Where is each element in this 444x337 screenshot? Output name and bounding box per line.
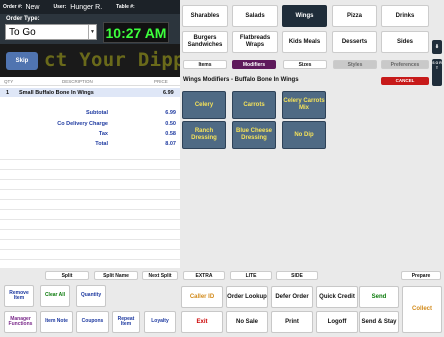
order-lookup-button[interactable]: Order Lookup [226,286,268,308]
table-label: Table #: [116,4,135,10]
pos-screen: Order #: New User: Hunger R. Table #: Or… [0,0,444,337]
manager-functions-button[interactable]: Manager Functions [4,311,37,333]
caller-id-button[interactable]: Caller ID [181,286,223,308]
quantity-button[interactable]: Quantity [76,285,106,307]
split-button[interactable]: Split [45,271,89,280]
print-button[interactable]: Print [271,311,313,333]
table-row[interactable]: 1 Small Buffalo Bone In Wings 6.99 [0,88,180,97]
coupons-button[interactable]: Coupons [76,311,109,333]
logoff-button[interactable]: Logoff [316,311,358,333]
tab-sizes[interactable]: Sizes [283,60,327,69]
category-burgers[interactable]: Burgers Sandwiches [182,31,228,53]
category-flatbreads[interactable]: Flatbreads Wraps [232,31,278,53]
total-label: Total [95,141,108,147]
next-split-button[interactable]: Next Split [142,271,178,280]
tax-label: Tax [98,131,108,137]
item-note-button[interactable]: Item Note [40,311,73,333]
order-header: Order #: New User: Hunger R. Table #: [0,0,180,14]
subtotal-value: 6.99 [165,110,176,116]
tab-items[interactable]: Items [183,60,227,69]
modifier-ranch-dressing[interactable]: Ranch Dressing [182,121,226,149]
cancel-button[interactable]: CANCEL [381,77,429,85]
user-label: User: [53,4,67,10]
prepare-button[interactable]: Prepare [401,271,441,280]
order-columns: QTY DESCRIPTION PRICE [0,77,180,86]
defer-order-button[interactable]: Defer Order [271,286,313,308]
order-type-select[interactable]: To Go ▼ [5,24,97,40]
send-button[interactable]: Send [359,286,399,308]
collect-button[interactable]: Collect [402,286,442,333]
clock: 10:27 AM [103,22,169,43]
modifier-celery[interactable]: Celery [182,91,226,119]
item-price: 6.99 [163,90,174,96]
category-sharables[interactable]: Sharables [182,5,228,27]
lite-button[interactable]: LITE [230,271,272,280]
user-value: Hunger R. [70,3,103,11]
delivery-value: 0.50 [165,121,176,127]
category-desserts[interactable]: Desserts [332,31,377,53]
price-header: PRICE [154,79,168,84]
delivery-label: Co Delivery Charge [57,121,108,127]
subtotal-label: Subtotal [86,110,108,116]
item-description: Small Buffalo Bone In Wings [19,90,94,96]
totals-block: Subtotal 6.99 Co Delivery Charge 0.50 Ta… [0,108,180,152]
skip-button[interactable]: Skip [6,52,38,70]
modifier-celery-carrots-mix[interactable]: Celery Carrots Mix [282,91,326,119]
category-sides[interactable]: Sides [381,31,429,53]
order-type-value: To Go [9,27,36,38]
category-wings[interactable]: Wings [282,5,327,27]
qty-header: QTY [4,79,14,84]
order-label: Order #: [3,4,23,10]
loyalty-button[interactable]: Loyalty [144,311,176,333]
marquee-text: ct Your Dipping Sauce [44,49,180,71]
description-header: DESCRIPTION [62,79,93,84]
send-stay-button[interactable]: Send & Stay [359,311,399,333]
extra-button[interactable]: EXTRA [183,271,225,280]
modifier-carrots[interactable]: Carrots [232,91,276,119]
tab-styles[interactable]: Styles [333,60,377,69]
clear-all-button[interactable]: Clear All [40,285,70,307]
tax-value: 0.58 [165,131,176,137]
repeat-item-button[interactable]: Repeat Item [112,311,140,333]
split-name-button[interactable]: Split Name [94,271,138,280]
no-sale-button[interactable]: No Sale [226,311,268,333]
total-value: 8.07 [165,141,176,147]
exit-button[interactable]: Exit [181,311,223,333]
category-pizza[interactable]: Pizza [332,5,377,27]
sort-button[interactable]: S O R T [432,59,442,86]
scroll-down-button[interactable]: ⬇ [432,40,442,54]
panel-title: Wings Modifiers - Buffalo Bone In Wings [183,77,299,83]
tab-preferences[interactable]: Preferences [381,60,429,69]
tab-modifiers[interactable]: Modifiers [232,60,276,69]
category-salads[interactable]: Salads [232,5,278,27]
arrow-down-icon: ⬇ [434,44,440,50]
modifier-blue-cheese-dressing[interactable]: Blue Cheese Dressing [232,121,276,149]
quick-credit-button[interactable]: Quick Credit [316,286,358,308]
modifier-no-dip[interactable]: No Dip [282,121,326,149]
order-type-label: Order Type: [6,16,40,22]
category-drinks[interactable]: Drinks [381,5,429,27]
chevron-down-icon: ▼ [88,25,96,39]
remove-item-button[interactable]: Remove Item [4,285,34,307]
item-qty: 1 [6,90,10,96]
order-value: New [25,3,40,11]
side-button[interactable]: SIDE [276,271,318,280]
category-kids-meals[interactable]: Kids Meals [282,31,327,53]
